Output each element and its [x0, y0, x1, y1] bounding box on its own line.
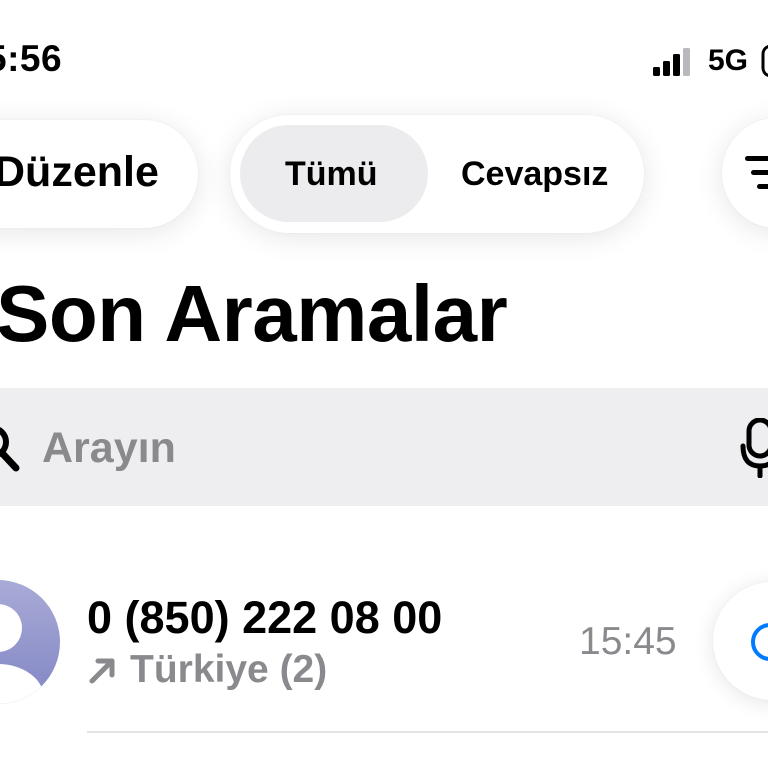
contact-avatar-icon — [0, 580, 60, 704]
call-subtitle: Türkiye (2) — [130, 648, 328, 691]
search-input[interactable] — [42, 418, 642, 478]
info-icon[interactable] — [748, 620, 768, 664]
search-icon — [0, 427, 20, 472]
page-title: Son Aramalar — [0, 269, 508, 358]
microphone-icon[interactable] — [740, 418, 768, 478]
segment-missed[interactable]: Cevapsız — [461, 155, 608, 194]
edit-button-label[interactable]: Düzenle — [0, 148, 159, 197]
filter-icon[interactable] — [745, 153, 768, 193]
battery-icon — [761, 44, 768, 78]
call-time: 15:45 — [579, 620, 677, 663]
status-time: 5:56 — [0, 38, 63, 79]
row-divider — [87, 731, 768, 733]
segment-all[interactable]: Tümü — [285, 155, 378, 194]
recents-screen: 5:56 5G Düzenle Tümü Cevapsız Son Aramal… — [0, 0, 768, 768]
network-type-label: 5G — [708, 44, 749, 77]
outgoing-arrow-icon — [89, 658, 115, 684]
cellular-signal-icon — [653, 48, 690, 76]
call-number: 0 (850) 222 08 00 — [87, 592, 443, 643]
